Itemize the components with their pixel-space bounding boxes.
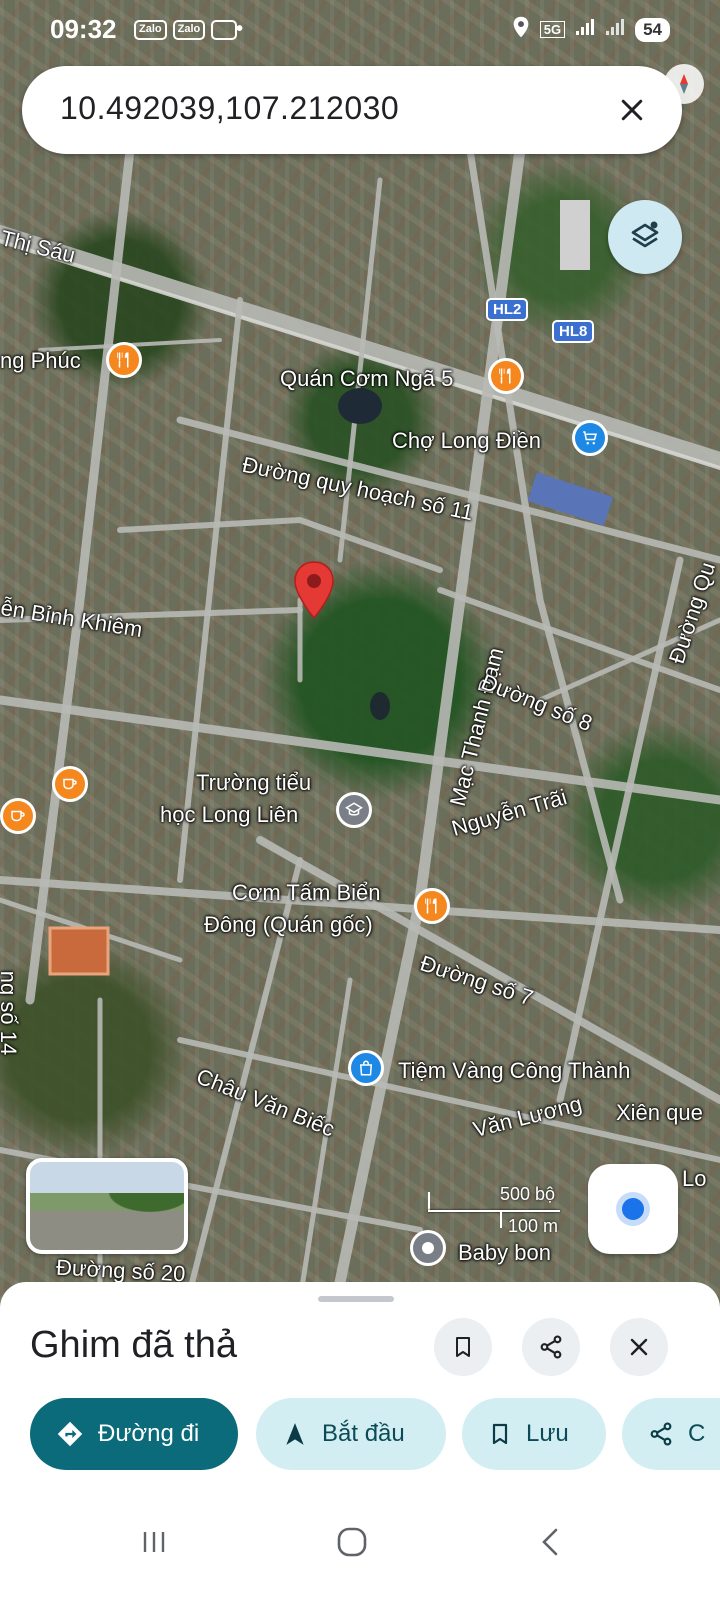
search-bar[interactable]: 10.492039,107.212030	[22, 66, 682, 154]
sheet-title: Ghim đã thả	[30, 1324, 237, 1366]
start-navigation-button[interactable]: Bắt đầu	[256, 1398, 446, 1470]
back-icon	[542, 1528, 558, 1556]
save-button[interactable]: Lưu	[462, 1398, 606, 1470]
share-button[interactable]: C	[622, 1398, 720, 1470]
share-icon-button[interactable]	[522, 1318, 580, 1376]
restaurant-icon[interactable]	[106, 342, 142, 378]
zalo-notification-icon: Zalo	[134, 20, 167, 40]
compass-button[interactable]	[664, 64, 704, 104]
directions-button[interactable]: Đường đi	[30, 1398, 238, 1470]
recents-icon	[143, 1532, 165, 1552]
place-label-com-tam-1: Cơm Tấm Biển	[232, 880, 381, 905]
network-type-icon: 5G	[539, 21, 566, 38]
close-sheet-button[interactable]	[610, 1318, 668, 1376]
signal-icon	[605, 18, 625, 41]
place-label-quan-com-nga-5: Quán Cơm Ngã 5	[280, 366, 454, 391]
status-bar: 09:32 Zalo Zalo • 5G 54	[0, 0, 720, 58]
share-icon	[540, 1335, 562, 1359]
bookmark-icon	[456, 1337, 470, 1357]
street-view-thumbnail[interactable]	[26, 1158, 188, 1254]
more-notifications-dot: •	[236, 18, 244, 40]
street-label-so-14: ng số 14	[0, 970, 22, 1056]
recent-apps-button[interactable]	[134, 1522, 174, 1562]
road-network	[0, 144, 720, 1330]
restaurant-icon[interactable]	[488, 358, 524, 394]
bookmark-icon	[492, 1423, 508, 1445]
close-icon	[630, 1338, 648, 1356]
shopping-cart-icon[interactable]	[572, 420, 608, 456]
dropped-pin-icon[interactable]	[292, 560, 336, 629]
place-label-baby-bon: Baby bon	[458, 1240, 551, 1265]
search-input[interactable]: 10.492039,107.212030	[60, 90, 399, 127]
status-time: 09:32	[50, 14, 117, 44]
directions-label: Đường đi	[98, 1420, 200, 1447]
directions-icon	[57, 1421, 83, 1447]
gallery-notification-icon	[211, 20, 238, 40]
signal-icon	[575, 18, 595, 41]
system-navigation-bar	[0, 1490, 720, 1600]
compass-icon	[680, 74, 688, 94]
map-view[interactable]: Thị Sáu ng Phúc Quán Cơm Ngã 5 Chợ Long …	[0, 0, 720, 1330]
home-button[interactable]	[332, 1522, 372, 1562]
save-icon-button[interactable]	[434, 1318, 492, 1376]
place-label-truong-tieu-hoc-1: Trường tiểu	[196, 770, 312, 795]
layers-button[interactable]	[608, 200, 682, 274]
place-label-ng-phuc: ng Phúc	[0, 348, 81, 373]
place-label-cho-long-dien: Chợ Long Điền	[392, 428, 541, 453]
restaurant-icon[interactable]	[414, 888, 450, 924]
cafe-icon[interactable]	[52, 766, 88, 802]
zalo-notification-icon: Zalo	[172, 20, 206, 40]
location-status-icon	[512, 16, 530, 43]
shopping-bag-icon[interactable]	[348, 1050, 384, 1086]
place-label-xien-que: Xiên que	[616, 1100, 703, 1125]
cafe-icon[interactable]	[0, 798, 36, 834]
navigation-arrow-icon	[286, 1423, 304, 1445]
route-shield-hl8: HL8	[552, 320, 595, 343]
save-label: Lưu	[526, 1420, 569, 1447]
clear-search-button[interactable]	[610, 88, 654, 132]
start-label: Bắt đầu	[322, 1420, 405, 1447]
sheet-drag-handle[interactable]	[318, 1296, 394, 1302]
home-icon	[337, 1527, 367, 1557]
place-label-truong-tieu-hoc-2: học Long Liên	[160, 802, 299, 827]
place-icon[interactable]	[410, 1230, 446, 1266]
scale-imperial: 500 bộ	[500, 1184, 556, 1204]
close-icon	[621, 99, 643, 121]
layers-icon	[631, 221, 659, 248]
location-dot-icon	[622, 1198, 644, 1220]
school-icon[interactable]	[336, 792, 372, 828]
back-button[interactable]	[530, 1522, 570, 1562]
route-shield-hl2: HL2	[486, 298, 529, 321]
place-label-com-tam-2: Đông (Quán gốc)	[204, 912, 373, 937]
share-label: C	[688, 1420, 706, 1447]
share-icon	[650, 1422, 672, 1446]
scale-metric: 100 m	[508, 1216, 559, 1236]
my-location-button[interactable]	[588, 1164, 678, 1254]
battery-icon: 54	[635, 17, 670, 42]
place-label-tiem-vang: Tiệm Vàng Công Thành	[398, 1058, 631, 1083]
place-label-lo: Lo	[682, 1166, 707, 1191]
